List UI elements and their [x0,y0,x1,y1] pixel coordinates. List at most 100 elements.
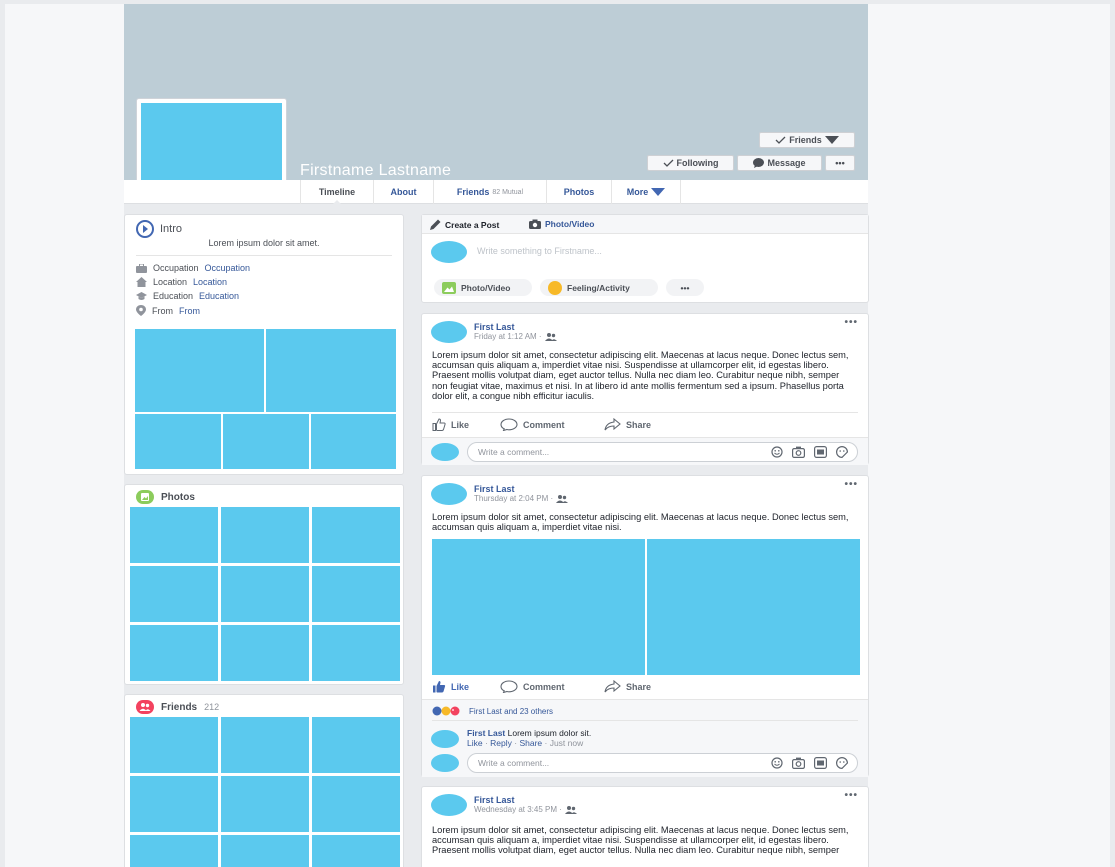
intro-occupation: Occupation Occupation [136,263,250,273]
intro-from: From From [136,305,200,316]
friends-audience-icon [564,805,577,814]
sticker-icon[interactable] [836,757,848,769]
tab-more[interactable]: More [611,180,681,204]
post-timestamp[interactable]: Thursday at 2:04 PM · [474,494,569,503]
friend-thumbnail[interactable] [312,717,400,773]
photo-thumbnail[interactable] [130,507,218,563]
post-timestamp[interactable]: Friday at 1:12 AM · [474,332,557,341]
friend-thumbnail[interactable] [130,717,218,773]
author-avatar[interactable] [431,321,467,343]
tab-create-post[interactable]: Create a Post [430,219,499,230]
emoji-icon[interactable] [771,757,783,769]
post-author[interactable]: First Last [474,484,515,494]
friend-thumbnail[interactable] [312,776,400,832]
following-button[interactable]: Following [647,155,734,171]
education-link[interactable]: Education [199,291,239,301]
photo-thumbnail[interactable] [130,566,218,622]
photo-thumbnail[interactable] [312,566,400,622]
featured-photo[interactable] [135,414,221,469]
post: First Last Wednesday at 3:45 PM · ••• Lo… [421,786,869,867]
comment-button[interactable]: Comment [500,418,565,431]
comment-author[interactable]: First Last [467,728,505,738]
author-avatar[interactable] [431,794,467,816]
post-options[interactable]: ••• [844,317,858,328]
profile-nav: Timeline About Friends 82 Mutual Photos … [124,180,868,205]
photos-icon [442,281,456,294]
comment-like-link[interactable]: Like [467,738,483,748]
feeling-activity-pill[interactable]: Feeling/Activity [540,279,658,296]
post-author[interactable]: First Last [474,795,515,805]
featured-photo[interactable] [311,414,396,469]
tab-photo-video[interactable]: Photo/Video [529,219,594,229]
photo-thumbnail[interactable] [312,507,400,563]
photos-header[interactable]: Photos [136,490,195,504]
friend-thumbnail[interactable] [221,776,309,832]
comment-icon [500,418,518,431]
comment-time: Just now [549,738,584,748]
post-author[interactable]: First Last [474,322,515,332]
post-options[interactable]: ••• [844,790,858,801]
author-avatar[interactable] [431,483,467,505]
reaction-icons [432,706,460,716]
photo-thumbnail[interactable] [221,625,309,681]
commenter-avatar[interactable] [431,730,459,748]
post-image[interactable] [432,539,645,675]
featured-photo[interactable] [223,414,309,469]
friend-thumbnail[interactable] [221,835,309,867]
friends-button[interactable]: Friends [759,132,855,148]
sticker-icon[interactable] [836,446,848,458]
like-button[interactable]: Like [432,680,469,693]
friends-audience-icon [556,494,569,503]
home-icon [136,277,147,287]
post-timestamp[interactable]: Wednesday at 3:45 PM · [474,805,577,814]
friends-header[interactable]: Friends 212 [136,700,219,714]
tab-timeline[interactable]: Timeline [300,180,373,205]
intro-bio: Lorem ipsum dolor sit amet. [208,238,320,248]
featured-photo[interactable] [135,329,264,412]
comments-section: First Last and 23 others First Last Lore… [422,699,868,777]
photo-thumbnail[interactable] [130,625,218,681]
location-link[interactable]: Location [193,277,227,287]
photo-thumbnail[interactable] [312,625,400,681]
intro-header: Intro [136,220,182,238]
friend-thumbnail[interactable] [130,776,218,832]
comment-share-link[interactable]: Share [519,738,542,748]
tab-friends[interactable]: Friends 82 Mutual [433,180,546,204]
camera-icon[interactable] [792,757,805,769]
gif-icon[interactable] [814,446,827,458]
comment-reply-link[interactable]: Reply [490,738,512,748]
comment-button[interactable]: Comment [500,680,565,693]
right-gutter [868,4,1110,867]
friend-thumbnail[interactable] [221,717,309,773]
thumbs-up-icon [433,681,446,693]
share-button[interactable]: Share [604,680,651,693]
tab-photos[interactable]: Photos [546,180,611,204]
message-button[interactable]: Message [737,155,822,171]
post-image[interactable] [647,539,860,675]
friend-thumbnail[interactable] [130,835,218,867]
reactions-summary[interactable]: First Last and 23 others [432,706,553,716]
camera-icon[interactable] [792,446,805,458]
photo-video-pill[interactable]: Photo/Video [434,279,532,296]
share-button[interactable]: Share [604,418,651,431]
graduation-cap-icon [136,291,147,300]
occupation-link[interactable]: Occupation [205,263,251,273]
gif-icon[interactable] [814,757,827,769]
post-options[interactable]: ••• [844,479,858,490]
like-button[interactable]: Like [432,418,469,431]
photo-thumbnail[interactable] [221,566,309,622]
photo-thumbnail[interactable] [221,507,309,563]
more-options-pill[interactable]: ••• [666,279,704,296]
photos-card: Photos [124,484,404,685]
tab-about[interactable]: About [373,180,433,204]
friend-thumbnail[interactable] [312,835,400,867]
post-text: Lorem ipsum dolor sit amet, consectetur … [432,825,849,856]
smiley-icon [548,280,562,295]
share-icon [604,680,621,693]
featured-photo[interactable] [266,329,396,412]
composer-input[interactable]: Write something to Firstname... [477,246,602,256]
emoji-icon[interactable] [771,446,783,458]
comment-tools [771,446,848,458]
more-options-button[interactable]: ••• [825,155,855,171]
from-link[interactable]: From [179,306,200,316]
